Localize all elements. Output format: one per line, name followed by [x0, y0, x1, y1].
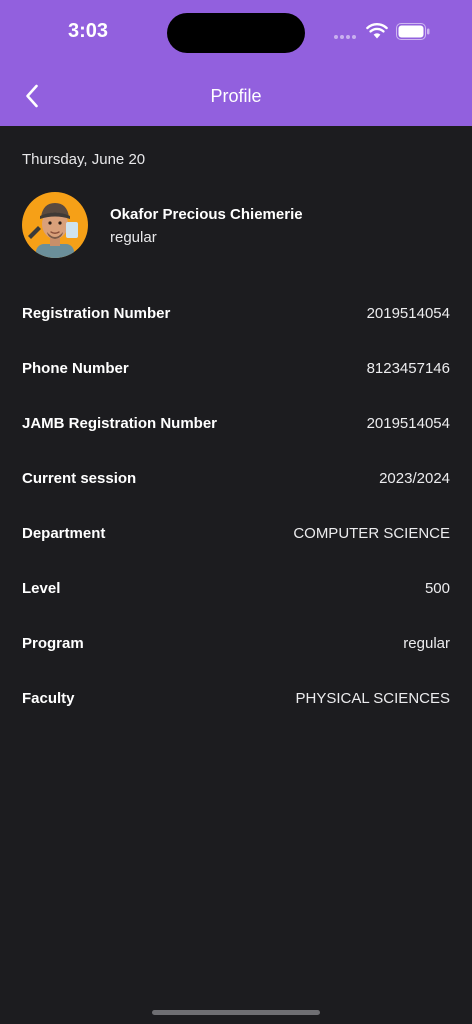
detail-label: Level [22, 579, 61, 597]
detail-label: Registration Number [22, 304, 171, 322]
detail-label: Department [22, 524, 106, 542]
detail-label: Phone Number [22, 359, 129, 377]
user-type: regular [110, 229, 157, 246]
wifi-icon [366, 23, 388, 39]
detail-value: 2023/2024 [379, 469, 450, 487]
status-bar: 3:03 [0, 0, 472, 68]
detail-row-level: Level 500 [22, 577, 450, 599]
detail-label: Faculty [22, 689, 75, 707]
avatar-memoji [28, 203, 78, 258]
detail-row-program: Program regular [22, 632, 450, 654]
detail-value: 2019514054 [366, 304, 450, 322]
dynamic-island [167, 13, 305, 53]
date-label: Thursday, June 20 [22, 151, 146, 168]
detail-value: COMPUTER SCIENCE [293, 524, 450, 542]
user-name: Okafor Precious Chiemerie [110, 206, 303, 223]
detail-value: 2019514054 [366, 414, 450, 432]
detail-row-jamb-registration-number: JAMB Registration Number 2019514054 [22, 412, 450, 434]
detail-value: PHYSICAL SCIENCES [295, 689, 451, 707]
battery-icon [396, 23, 430, 40]
detail-value: regular [403, 634, 450, 652]
detail-label: JAMB Registration Number [22, 414, 218, 432]
detail-row-registration-number: Registration Number 2019514054 [22, 302, 450, 324]
signal-icon [334, 35, 356, 39]
detail-label: Program [22, 634, 84, 652]
detail-row-department: Department COMPUTER SCIENCE [22, 522, 450, 544]
detail-row-phone-number: Phone Number 8123457146 [22, 357, 450, 379]
page-title: Profile [210, 86, 262, 106]
home-indicator[interactable] [152, 1010, 320, 1015]
detail-value: 8123457146 [366, 359, 450, 377]
avatar [22, 192, 88, 258]
detail-label: Current session [22, 469, 137, 487]
navigation-bar: Profile [0, 68, 472, 126]
detail-row-current-session: Current session 2023/2024 [22, 467, 450, 489]
detail-row-faculty: Faculty PHYSICAL SCIENCES [22, 687, 450, 709]
detail-value: 500 [424, 579, 450, 597]
status-time: 3:03 [68, 20, 109, 42]
